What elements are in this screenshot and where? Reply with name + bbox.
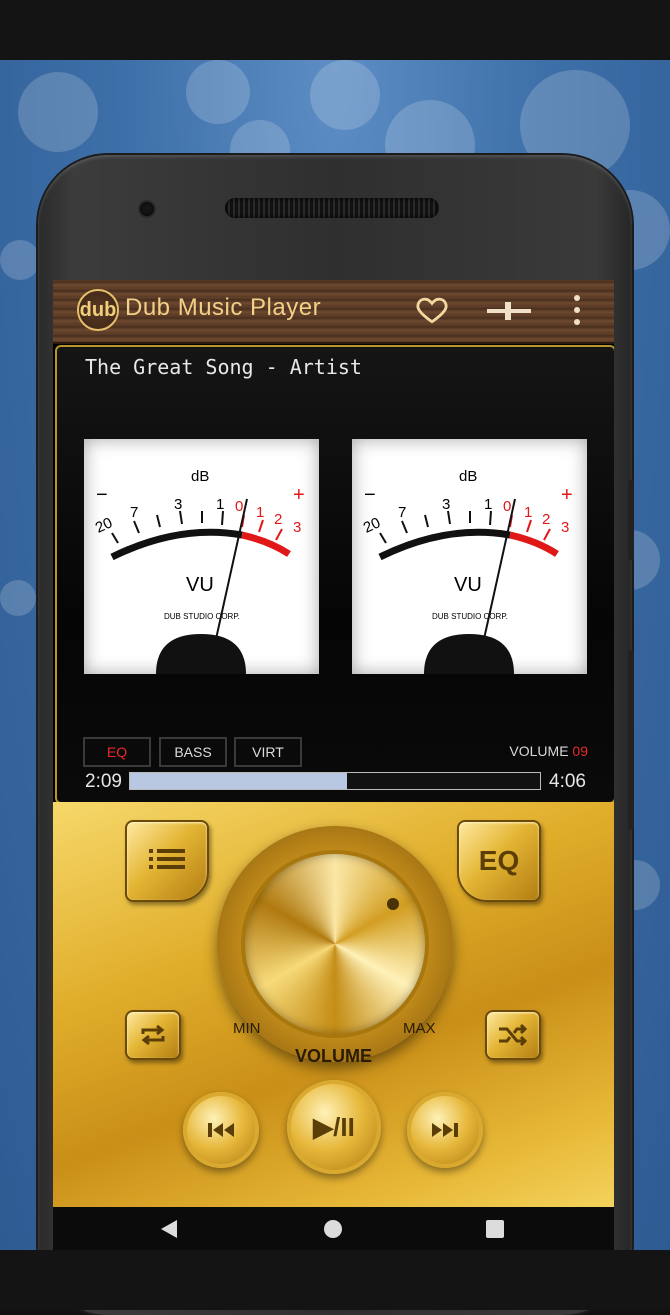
vu-left-tick-0: 0 [235,498,243,515]
shuffle-icon [499,1023,528,1047]
vu-left-plus: + [293,484,305,506]
playlist-button[interactable] [125,820,209,902]
app-bar: dub Dub Music Player [53,280,614,344]
vu-left-minus: − [96,484,108,506]
phone-volume-button [628,650,634,830]
time-total: 4:06 [549,771,586,792]
vu-right-tick-3: 3 [442,496,450,513]
display-panel: The Great Song - Artist dB − + 20 7 3 1 … [55,345,614,804]
song-title: The Great Song - Artist [85,355,362,379]
app-screen: dub Dub Music Player The Great Song - Ar… [53,280,614,1250]
skip-previous-icon [208,1123,234,1137]
repeat-icon [141,1024,165,1046]
system-navigation-bar [53,1207,614,1250]
vu-left-hub [156,634,246,674]
bass-effect-button[interactable]: BASS [159,737,227,767]
phone-power-button [628,480,634,560]
vu-left-tick-r2: 2 [274,511,282,528]
volume-readout: VOLUME 09 [509,743,588,759]
app-logo: dub [77,289,119,331]
back-icon[interactable] [159,1219,179,1239]
vu-right-unit: dB [459,468,477,485]
volume-caption: VOLUME [295,1046,373,1066]
vu-left-tick-r1: 1 [256,504,264,521]
play-pause-button[interactable]: ▶/II [287,1080,381,1174]
vu-right-tick-r2: 2 [542,511,550,528]
front-camera [140,202,154,216]
vu-left-tick-r3: 3 [293,519,301,536]
vu-right-plus: + [561,484,573,506]
more-vert-icon[interactable] [568,292,586,328]
vu-left-label: VU [186,574,214,596]
seek-bar[interactable] [129,772,541,790]
slider-icon[interactable] [487,296,531,326]
vu-right-minus: − [364,484,376,506]
vu-right-label: VU [454,574,482,596]
vu-right-tick-7: 7 [398,504,406,521]
vu-right-tick-0: 0 [503,498,511,515]
vu-meter-left: dB − + 20 7 3 1 0 1 2 3 VU DUB STUDIO CO… [84,439,319,674]
previous-button[interactable] [183,1092,259,1168]
vu-left-tick-3: 3 [174,496,182,513]
control-panel: EQ MIN MAX VOLUME ▶/II [53,802,614,1207]
recents-icon[interactable] [485,1219,505,1239]
volume-min-label: MIN [233,1020,261,1037]
skip-next-icon [432,1123,458,1137]
home-icon[interactable] [323,1219,343,1239]
volume-knob[interactable] [245,854,425,1034]
volume-readout-label: VOLUME [509,743,569,759]
eq-button[interactable]: EQ [457,820,541,902]
next-button[interactable] [407,1092,483,1168]
earpiece-speaker [225,198,439,218]
heart-icon[interactable] [415,292,449,326]
volume-knob-indicator [387,898,399,910]
vu-left-brand: DUB STUDIO CORP. [164,612,240,621]
bottom-bar-area [0,1250,670,1310]
vu-right-hub [424,634,514,674]
vu-left-tick-1: 1 [216,496,224,513]
vu-right-tick-r3: 3 [561,519,569,536]
vu-left-tick-7: 7 [130,504,138,521]
eq-effect-button[interactable]: EQ [83,737,151,767]
vu-right-tick-1: 1 [484,496,492,513]
vu-right-brand: DUB STUDIO CORP. [432,612,508,621]
status-bar-area [0,0,670,60]
time-elapsed: 2:09 [85,771,122,792]
volume-readout-value: 09 [572,743,588,759]
playlist-icon [149,849,185,869]
seek-bar-fill [130,773,348,789]
app-title: Dub Music Player [125,294,322,321]
virt-effect-button[interactable]: VIRT [234,737,302,767]
volume-max-label: MAX [403,1020,436,1037]
vu-left-unit: dB [191,468,209,485]
repeat-button[interactable] [125,1010,181,1060]
shuffle-button[interactable] [485,1010,541,1060]
vu-meter-right: dB − + 20 7 3 1 0 1 2 3 VU DUB STUDIO CO… [352,439,587,674]
vu-right-tick-r1: 1 [524,504,532,521]
